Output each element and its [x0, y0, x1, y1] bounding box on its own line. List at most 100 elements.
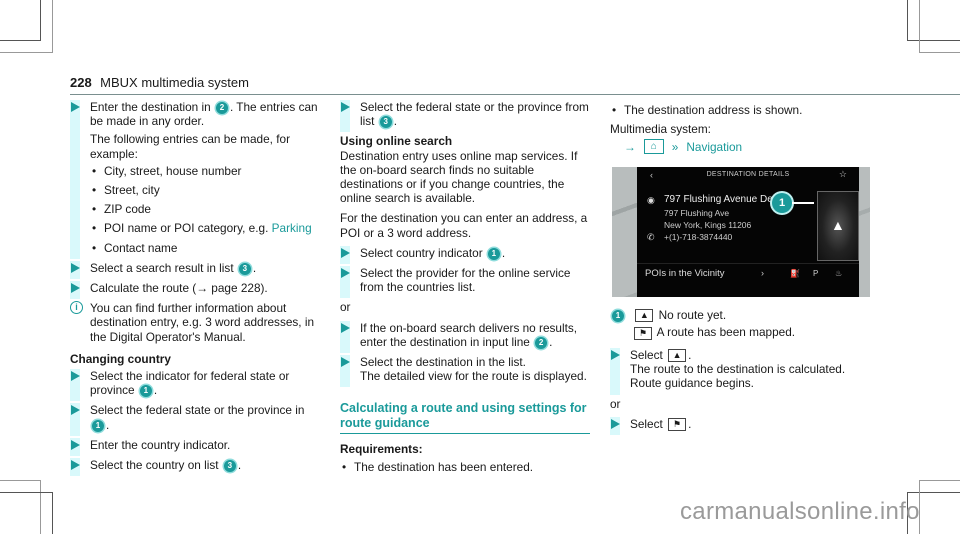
step-arrow-icon [341, 322, 350, 333]
crop-mark-top-left-b [0, 0, 53, 53]
navigation-link[interactable]: Navigation [686, 140, 742, 154]
step-country-indicator: Select country indicator 1. [340, 245, 590, 265]
pois-vicinity-row[interactable]: POIs in the Vicinity › ⛽ P ♨ [637, 263, 859, 284]
info-note: i You can find further information about… [70, 301, 320, 344]
poi-name: 797 Flushing Avenue Deli [664, 194, 778, 205]
phone-icon: ✆ [647, 232, 655, 242]
calc-route-heading: Calculating a route and using settings f… [340, 401, 590, 435]
fuel-icon[interactable]: ⛽ [790, 269, 800, 278]
callout-badge: 1 [139, 385, 152, 398]
step-arrow-icon [341, 268, 350, 279]
requirements-heading: Requirements: [340, 442, 423, 457]
step-select-provider: Select the provider for the online servi… [340, 266, 590, 299]
page-reference[interactable]: Calculate the route (→ page 228). [90, 281, 268, 295]
step-arrow-icon [341, 357, 350, 368]
legend-row-route-mapped: ⚑ A route has been mapped. [632, 325, 880, 340]
callout-badge: 3 [223, 459, 236, 472]
step-select-province: Select the federal state or the province… [340, 100, 590, 133]
restaurant-category-icon[interactable]: ♨ [835, 269, 842, 278]
step-calculate-route: Calculate the route (→ page 228). [70, 281, 320, 300]
parking-icon[interactable]: P [813, 269, 818, 278]
or-label: or [610, 396, 621, 411]
list-item: Street, city [90, 183, 320, 197]
section-title: MBUX multimedia system [100, 75, 249, 90]
crop-mark-bottom-right-b [919, 480, 960, 534]
poi-street: 797 Flushing Ave [664, 208, 730, 218]
changing-country-heading: Changing country [70, 351, 171, 366]
column-3-lower: 1 ▲ No route yet. ⚑ A route has been map… [610, 308, 880, 437]
step-select-result: Select a search result in list 3. [70, 260, 320, 280]
requirements-list-cont: The destination address is shown. [610, 103, 880, 117]
column-2: Select the federal state or the province… [340, 100, 590, 479]
callout-badge: 3 [379, 116, 392, 129]
path-arrow-icon: → [624, 139, 636, 154]
or-label: or [340, 300, 351, 315]
callout-badge: 1 [487, 247, 500, 260]
poi-city: New York, Kings 11206 [664, 220, 752, 230]
callout-badge: 2 [535, 336, 548, 349]
requirements-list: The destination has been entered. [340, 460, 590, 474]
page-number: 228 [70, 75, 92, 90]
route-mapped-icon: ⚑ [668, 418, 687, 432]
menu-path: → ⌂ » Navigation [624, 139, 880, 155]
step-arrow-icon [71, 102, 80, 112]
callout-badge: 1 [92, 419, 104, 432]
legend-row-no-route: 1 ▲ No route yet. [610, 308, 880, 323]
step-arrow-icon [71, 460, 80, 471]
step-arrow-icon [71, 439, 80, 450]
column-1: Enter the destination in 2. The entries … [70, 100, 320, 478]
page-header: 228 MBUX multimedia system [70, 74, 960, 95]
destination-panel: ‹ DESTINATION DETAILS ☆ ◉ 797 Flushing A… [637, 167, 859, 297]
callout-line [792, 202, 814, 204]
step-enter-destination: Enter the destination in 2. The entries … [70, 100, 320, 259]
step-input-line: If the on-board search delivers no resul… [340, 320, 590, 354]
double-chevron-icon: » [671, 139, 679, 154]
callout-badge: 1 [612, 309, 624, 322]
list-item: The destination has been entered. [340, 460, 590, 474]
online-para-2: For the destination you can enter an add… [340, 211, 588, 240]
poi-phone[interactable]: +(1)-718-3874440 [664, 232, 732, 242]
step-arrow-icon [71, 262, 80, 273]
step-cc-2: Select the federal state or the province… [70, 403, 320, 436]
step-arrow-icon [71, 283, 80, 294]
online-para-1: Destination entry uses online map servic… [340, 148, 578, 206]
chevron-right-icon: › [761, 268, 764, 278]
step-arrow-icon [341, 102, 350, 112]
step-select-route-mapped: Select ⚑. [610, 416, 880, 436]
step-select-destination: Select the destination in the list. The … [340, 355, 590, 388]
callout-badge-1: 1 [772, 193, 792, 213]
step-arrow-icon [611, 349, 620, 360]
info-icon: i [70, 301, 83, 315]
step-cc-3: Enter the country indicator. [70, 437, 320, 457]
navigation-arrow-icon: ▲ [668, 349, 687, 363]
parking-link[interactable]: Parking [272, 221, 312, 235]
navigation-arrow-icon: ▲ [635, 309, 654, 323]
step-arrow-icon [71, 405, 80, 416]
watermark: carmanualsonline.info [680, 498, 920, 525]
step-cc-4: Select the country on list 3. [70, 458, 320, 477]
column-3: The destination address is shown. Multim… [610, 100, 880, 164]
crop-mark-bottom-left-b [0, 492, 53, 534]
route-mapped-icon: ⚑ [634, 326, 652, 340]
home-icon[interactable]: ⌂ [643, 139, 664, 155]
step-arrow-icon [611, 418, 620, 429]
step-arrow-icon [71, 371, 80, 382]
pois-vicinity-label: POIs in the Vicinity [645, 268, 725, 279]
step-para: The following entries can be made, for e… [90, 132, 290, 161]
start-route-button[interactable]: ▲ [817, 191, 859, 261]
step-arrow-icon [341, 247, 350, 258]
callout-badge: 2 [215, 101, 228, 114]
crop-mark-top-right-b [919, 0, 960, 53]
system-label: Multimedia system: [610, 122, 711, 137]
online-search-heading: Using online search [340, 134, 453, 149]
step-select-arrow: Select ▲. The route to the destination i… [610, 347, 880, 395]
list-item: POI name or POI category, e.g. Parking [90, 221, 320, 235]
star-icon[interactable]: ☆ [839, 169, 847, 180]
screen-title: DESTINATION DETAILS [706, 171, 790, 178]
destination-details-screenshot: ‹ DESTINATION DETAILS ☆ ◉ 797 Flushing A… [612, 167, 870, 297]
callout-badge: 3 [238, 262, 251, 275]
restaurant-icon: ◉ [647, 195, 655, 205]
list-item: City, street, house number [90, 164, 320, 178]
entry-list: City, street, house number Street, city … [90, 164, 320, 255]
list-item: Contact name [90, 241, 320, 255]
